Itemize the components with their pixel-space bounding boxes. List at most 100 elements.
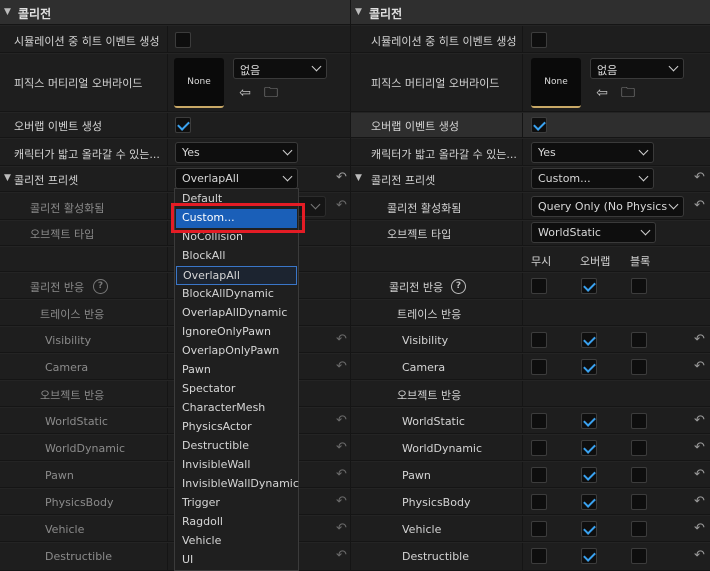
all-ignore-checkbox[interactable] — [531, 278, 547, 294]
preset-option-pawn[interactable]: Pawn — [176, 361, 297, 380]
reset-to-default-icon[interactable]: ↶ — [336, 359, 347, 374]
collision-section-header[interactable]: ▼ 콜리전 — [351, 0, 710, 25]
preset-option-charactermesh[interactable]: CharacterMesh — [176, 399, 297, 418]
block-checkbox[interactable] — [631, 467, 647, 483]
preset-option-ragdoll[interactable]: Ragdoll — [176, 513, 297, 532]
help-icon[interactable]: ? — [451, 279, 466, 294]
ignore-checkbox[interactable] — [531, 494, 547, 510]
reset-to-default-icon[interactable]: ↶ — [694, 198, 705, 213]
preset-option-destructible[interactable]: Destructible — [176, 437, 297, 456]
reset-to-default-icon[interactable]: ↶ — [336, 198, 347, 213]
preset-option-overlapalldynamic[interactable]: OverlapAllDynamic — [176, 304, 297, 323]
overlap-checkbox[interactable] — [581, 521, 597, 537]
overlap-events-checkbox[interactable] — [175, 117, 191, 133]
help-icon[interactable]: ? — [93, 279, 108, 294]
preset-option-physicsactor[interactable]: PhysicsActor — [176, 418, 297, 437]
phys-material-combo[interactable]: 없음 — [590, 58, 684, 79]
reset-to-default-icon[interactable]: ↶ — [336, 494, 347, 509]
collapse-arrow-icon[interactable]: ▼ — [355, 7, 362, 17]
reset-to-default-icon[interactable]: ↶ — [694, 170, 705, 185]
reset-to-default-icon[interactable]: ↶ — [336, 548, 347, 563]
reset-to-default-icon[interactable]: ↶ — [336, 440, 347, 455]
overlap-checkbox[interactable] — [581, 440, 597, 456]
label-trace-responses: 트레이스 반응 — [40, 308, 105, 321]
can-step-up-combo[interactable]: Yes — [175, 142, 298, 163]
preset-option-invisiblewalldynamic[interactable]: InvisibleWallDynamic — [176, 475, 299, 494]
reset-to-default-icon[interactable]: ↶ — [336, 332, 347, 347]
preset-option-blockalldynamic[interactable]: BlockAllDynamic — [176, 285, 297, 304]
label-visibility: Visibility — [402, 334, 449, 347]
phys-material-combo[interactable]: 없음 — [233, 58, 327, 79]
reset-to-default-icon[interactable]: ↶ — [336, 170, 347, 185]
preset-option-overlaponlypawn[interactable]: OverlapOnlyPawn — [176, 342, 297, 361]
label-collision-preset: 콜리전 프리셋 — [371, 174, 436, 187]
preset-option-vehicle[interactable]: Vehicle — [176, 532, 297, 551]
use-selected-arrow-icon[interactable]: ⇦ — [236, 84, 254, 102]
ignore-checkbox[interactable] — [531, 548, 547, 564]
overlap-checkbox[interactable] — [581, 494, 597, 510]
object-type-combo[interactable]: WorldStatic — [531, 222, 656, 243]
overlap-checkbox[interactable] — [581, 332, 597, 348]
block-checkbox[interactable] — [631, 332, 647, 348]
reset-to-default-icon[interactable]: ↶ — [694, 494, 705, 509]
block-checkbox[interactable] — [631, 413, 647, 429]
collision-enabled-combo[interactable]: Query Only (No Physics — [531, 196, 684, 217]
row-sim-hit: 시뮬레이션 중 히트 이벤트 생성 — [0, 26, 350, 53]
block-checkbox[interactable] — [631, 521, 647, 537]
reset-to-default-icon[interactable]: ↶ — [694, 332, 705, 347]
block-checkbox[interactable] — [631, 494, 647, 510]
preset-option-overlapall[interactable]: OverlapAll — [176, 266, 297, 285]
overlap-checkbox[interactable] — [581, 467, 597, 483]
ignore-checkbox[interactable] — [531, 467, 547, 483]
sim-hit-checkbox[interactable] — [531, 32, 547, 48]
reset-to-default-icon[interactable]: ↶ — [694, 440, 705, 455]
chevron-down-icon — [282, 145, 293, 156]
overlap-checkbox[interactable] — [581, 413, 597, 429]
material-thumbnail[interactable]: None — [531, 58, 581, 108]
overlap-checkbox[interactable] — [581, 548, 597, 564]
preset-option-trigger[interactable]: Trigger — [176, 494, 297, 513]
reset-to-default-icon[interactable]: ↶ — [694, 413, 705, 428]
can-step-up-combo[interactable]: Yes — [531, 142, 654, 163]
collision-preset-combo[interactable]: Custom... — [531, 168, 654, 189]
sim-hit-checkbox[interactable] — [175, 32, 191, 48]
reset-to-default-icon[interactable]: ↶ — [336, 521, 347, 536]
reset-to-default-icon[interactable]: ↶ — [694, 467, 705, 482]
all-overlap-checkbox[interactable] — [581, 278, 597, 294]
expand-arrow-icon[interactable]: ▼ — [355, 173, 362, 183]
overlap-events-checkbox[interactable] — [531, 117, 547, 133]
block-checkbox[interactable] — [631, 440, 647, 456]
reset-to-default-icon[interactable]: ↶ — [336, 413, 347, 428]
ignore-checkbox[interactable] — [531, 332, 547, 348]
all-block-checkbox[interactable] — [631, 278, 647, 294]
collision-section-header[interactable]: ▼ 콜리전 — [0, 0, 350, 25]
collapse-arrow-icon[interactable]: ▼ — [4, 7, 11, 17]
row-can-step-up: 캐릭터가 밟고 올라갈 수 있는... Yes — [351, 139, 710, 166]
ignore-checkbox[interactable] — [531, 521, 547, 537]
reset-to-default-icon[interactable]: ↶ — [694, 359, 705, 374]
reset-to-default-icon[interactable]: ↶ — [336, 467, 347, 482]
overlap-checkbox[interactable] — [581, 359, 597, 375]
material-thumbnail[interactable]: None — [174, 58, 224, 108]
reset-to-default-icon[interactable]: ↶ — [694, 548, 705, 563]
browse-folder-icon[interactable]: 🗀 — [262, 84, 280, 102]
ignore-checkbox[interactable] — [531, 359, 547, 375]
block-checkbox[interactable] — [631, 359, 647, 375]
preset-option-ui[interactable]: UI — [176, 551, 297, 570]
preset-option-invisiblewall[interactable]: InvisibleWall — [176, 456, 297, 475]
block-checkbox[interactable] — [631, 548, 647, 564]
ignore-checkbox[interactable] — [531, 440, 547, 456]
browse-folder-icon[interactable]: 🗀 — [619, 84, 637, 102]
preset-option-ignoreonlypawn[interactable]: IgnoreOnlyPawn — [176, 323, 297, 342]
col-overlap-header: 오버랩 — [580, 255, 611, 268]
expand-arrow-icon[interactable]: ▼ — [4, 173, 11, 183]
use-selected-arrow-icon[interactable]: ⇦ — [593, 84, 611, 102]
reset-to-default-icon[interactable]: ↶ — [694, 521, 705, 536]
label-physicsbody: PhysicsBody — [402, 496, 471, 509]
collision-preset-combo[interactable]: OverlapAll — [175, 168, 298, 189]
preset-option-blockall[interactable]: BlockAll — [176, 247, 297, 266]
preset-option-spectator[interactable]: Spectator — [176, 380, 297, 399]
row-column-headers: 무시 오버랩 블록 — [351, 247, 710, 272]
ignore-checkbox[interactable] — [531, 413, 547, 429]
label-phys-material: 피직스 머티리얼 오버라이드 — [371, 77, 500, 90]
